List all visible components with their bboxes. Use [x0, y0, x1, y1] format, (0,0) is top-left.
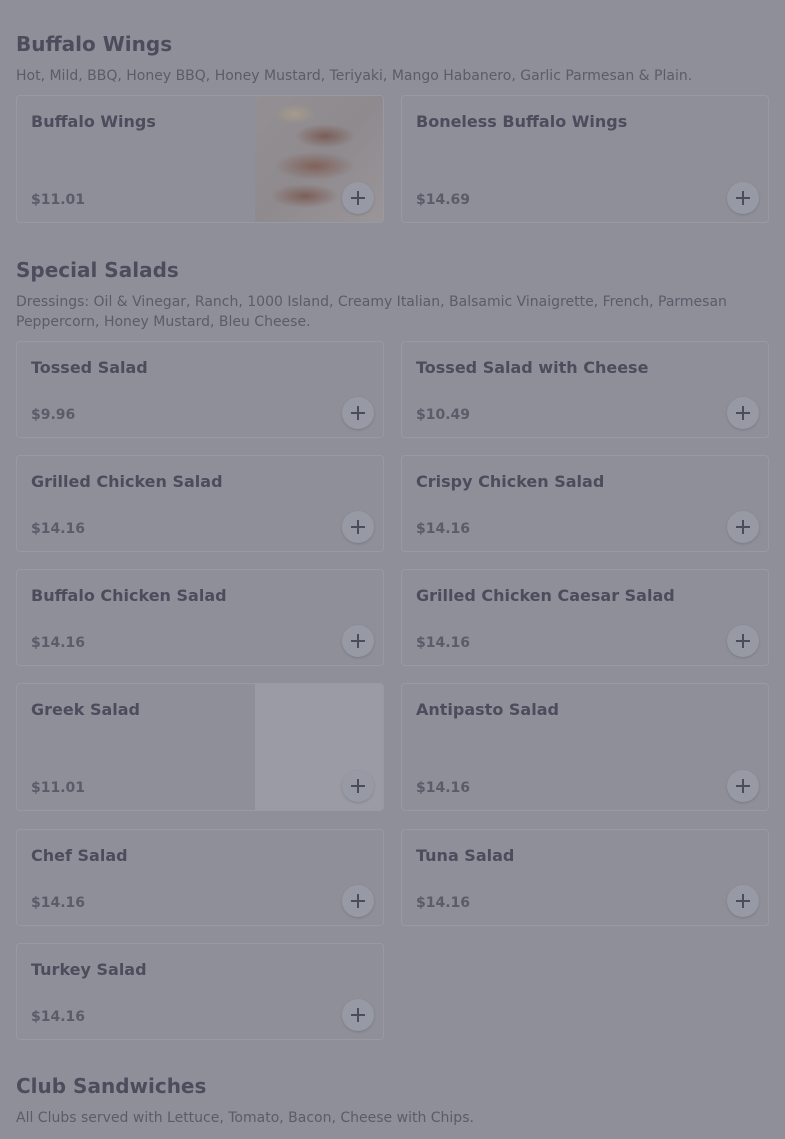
plus-icon — [351, 894, 365, 908]
menu-item-price: $14.16 — [31, 895, 86, 911]
section-description-club-sandwiches: All Clubs served with Lettuce, Tomato, B… — [16, 1110, 474, 1126]
menu-item-card[interactable]: Chef Salad $14.16 — [16, 829, 384, 926]
menu-item-price: $14.16 — [416, 521, 471, 537]
plus-icon — [351, 634, 365, 648]
menu-item-price: $14.16 — [31, 1009, 86, 1025]
plus-icon — [351, 406, 365, 420]
menu-item-card[interactable]: Grilled Chicken Caesar Salad $14.16 — [401, 569, 769, 666]
plus-icon — [736, 520, 750, 534]
menu-item-price: $11.01 — [31, 192, 86, 208]
menu-item-card[interactable]: Tossed Salad with Cheese $10.49 — [401, 341, 769, 438]
add-to-cart-button[interactable] — [342, 625, 374, 657]
menu-item-price: $14.16 — [31, 635, 86, 651]
menu-item-price: $11.01 — [31, 780, 86, 796]
menu-item-price: $14.16 — [416, 895, 471, 911]
section-title-club-sandwiches: Club Sandwiches — [16, 1074, 207, 1098]
add-to-cart-button[interactable] — [342, 999, 374, 1031]
add-to-cart-button[interactable] — [727, 397, 759, 429]
add-to-cart-button[interactable] — [727, 182, 759, 214]
menu-item-name: Chef Salad — [31, 846, 128, 865]
menu-item-card[interactable]: Buffalo Chicken Salad $14.16 — [16, 569, 384, 666]
add-to-cart-button[interactable] — [727, 511, 759, 543]
menu-item-price: $14.16 — [416, 780, 471, 796]
menu-item-name: Antipasto Salad — [416, 700, 559, 719]
menu-item-card[interactable]: Greek Salad $11.01 — [16, 683, 384, 811]
plus-icon — [351, 779, 365, 793]
add-to-cart-button[interactable] — [342, 182, 374, 214]
section-title-special-salads: Special Salads — [16, 258, 179, 282]
section-description-special-salads: Dressings: Oil & Vinegar, Ranch, 1000 Is… — [16, 294, 727, 330]
menu-item-price: $14.16 — [416, 635, 471, 651]
section-title-buffalo-wings: Buffalo Wings — [16, 32, 173, 56]
menu-item-name: Grilled Chicken Caesar Salad — [416, 586, 675, 605]
menu-item-name: Tuna Salad — [416, 846, 515, 865]
menu-item-card[interactable]: Crispy Chicken Salad $14.16 — [401, 455, 769, 552]
add-to-cart-button[interactable] — [342, 770, 374, 802]
menu-item-card[interactable]: Buffalo Wings $11.01 — [16, 95, 384, 223]
add-to-cart-button[interactable] — [342, 511, 374, 543]
menu-item-name: Boneless Buffalo Wings — [416, 112, 628, 131]
menu-item-name: Turkey Salad — [31, 960, 147, 979]
plus-icon — [736, 779, 750, 793]
menu-item-card[interactable]: Grilled Chicken Salad $14.16 — [16, 455, 384, 552]
section-description-buffalo-wings: Hot, Mild, BBQ, Honey BBQ, Honey Mustard… — [16, 68, 693, 84]
plus-icon — [736, 894, 750, 908]
add-to-cart-button[interactable] — [342, 397, 374, 429]
plus-icon — [351, 191, 365, 205]
menu-item-card[interactable]: Tossed Salad $9.96 — [16, 341, 384, 438]
menu-item-name: Greek Salad — [31, 700, 140, 719]
plus-icon — [736, 191, 750, 205]
add-to-cart-button[interactable] — [727, 625, 759, 657]
plus-icon — [351, 1008, 365, 1022]
add-to-cart-button[interactable] — [727, 885, 759, 917]
menu-item-name: Buffalo Chicken Salad — [31, 586, 227, 605]
menu-item-card[interactable]: Tuna Salad $14.16 — [401, 829, 769, 926]
menu-item-name: Crispy Chicken Salad — [416, 472, 605, 491]
add-to-cart-button[interactable] — [727, 770, 759, 802]
menu-item-name: Grilled Chicken Salad — [31, 472, 223, 491]
menu-item-price: $10.49 — [416, 407, 471, 423]
menu-item-price: $14.69 — [416, 192, 471, 208]
add-to-cart-button[interactable] — [342, 885, 374, 917]
plus-icon — [351, 520, 365, 534]
menu-item-name: Buffalo Wings — [31, 112, 156, 131]
menu-item-price: $14.16 — [31, 521, 86, 537]
menu-item-card[interactable]: Boneless Buffalo Wings $14.69 — [401, 95, 769, 223]
menu-item-name: Tossed Salad — [31, 358, 148, 377]
menu-item-price: $9.96 — [31, 407, 76, 423]
menu-item-card[interactable]: Antipasto Salad $14.16 — [401, 683, 769, 811]
plus-icon — [736, 406, 750, 420]
menu-item-name: Tossed Salad with Cheese — [416, 358, 649, 377]
plus-icon — [736, 634, 750, 648]
menu-item-card[interactable]: Turkey Salad $14.16 — [16, 943, 384, 1040]
